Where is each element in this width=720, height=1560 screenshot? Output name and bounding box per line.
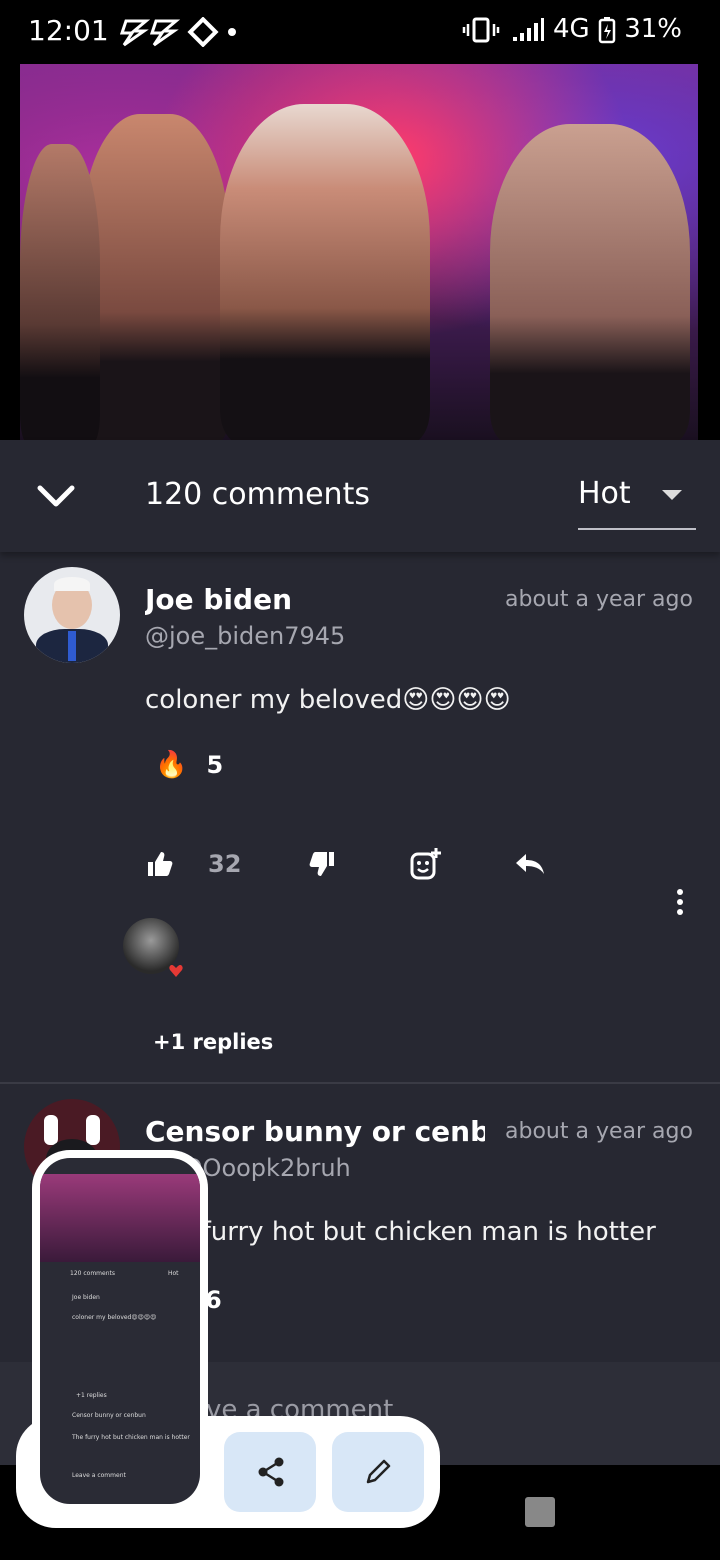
thumbs-down-icon[interactable] <box>308 850 336 878</box>
reaction-count: 5 <box>206 751 224 779</box>
status-bar: 12:01 4G 31% <box>0 0 720 64</box>
view-replies-link[interactable]: +1 replies <box>153 1030 273 1054</box>
preview-text: coloner my beloved😍😍😍😍 <box>72 1314 157 1321</box>
comments-count: 120 comments <box>145 477 370 512</box>
preview-author: Joe biden <box>72 1294 100 1301</box>
dropdown-arrow-icon <box>662 490 682 500</box>
signal-icon <box>512 17 544 41</box>
vibrate-icon <box>463 17 500 42</box>
recents-icon[interactable] <box>525 1497 555 1527</box>
notification-icons <box>119 14 240 48</box>
status-time: 12:01 <box>28 14 109 47</box>
comment-handle: @joe_biden7945 <box>145 622 346 650</box>
comment-text: The furry hot but chicken man is hotter <box>145 1217 656 1247</box>
video-figure <box>80 114 230 440</box>
video-player[interactable] <box>20 64 698 440</box>
share-button[interactable] <box>224 1432 316 1512</box>
battery-icon <box>598 16 616 43</box>
comment-time: about a year ago <box>505 587 693 612</box>
preview-video <box>40 1174 200 1262</box>
add-reaction-icon[interactable] <box>408 846 444 882</box>
sort-label: Hot <box>578 476 631 511</box>
comment-text: coloner my beloved😍😍😍😍 <box>145 685 511 715</box>
more-options-icon[interactable] <box>672 888 688 916</box>
screenshot-preview[interactable]: 120 comments Hot Joe biden coloner my be… <box>32 1150 208 1512</box>
preview-count: 120 comments <box>70 1270 115 1277</box>
preview-screen: 120 comments Hot Joe biden coloner my be… <box>40 1158 200 1504</box>
sort-select[interactable]: Hot <box>578 472 696 530</box>
video-figure <box>20 144 100 440</box>
divider <box>0 1082 720 1084</box>
battery-percent: 31% <box>624 14 682 44</box>
avatar[interactable] <box>24 567 120 663</box>
preview-replies: +1 replies <box>76 1392 107 1399</box>
comment-time: about a year ago <box>505 1119 693 1144</box>
edit-button[interactable] <box>332 1432 424 1512</box>
comment-author[interactable]: Joe biden <box>145 583 485 616</box>
chevron-down-icon[interactable] <box>34 474 78 518</box>
heart-icon <box>169 964 183 977</box>
reaction-chip[interactable]: 🔥 5 <box>155 750 223 780</box>
network-type: 4G <box>552 14 590 44</box>
thumbs-up-icon[interactable] <box>146 850 174 878</box>
pencil-icon <box>366 1459 391 1484</box>
video-figure <box>220 104 430 440</box>
preview-author: Censor bunny or cenbun <box>72 1412 146 1419</box>
fire-icon: 🔥 <box>155 750 188 780</box>
preview-text: The furry hot but chicken man is hotter <box>72 1434 190 1441</box>
like-count: 32 <box>208 850 242 878</box>
preview-input: Leave a comment <box>72 1472 126 1479</box>
reply-icon[interactable] <box>514 850 546 878</box>
video-figure <box>490 124 690 440</box>
share-icon <box>258 1457 284 1487</box>
status-right: 4G 31% <box>462 14 682 44</box>
comment-author[interactable]: Censor bunny or cenbun <box>145 1115 485 1148</box>
preview-sort: Hot <box>168 1270 179 1277</box>
bolt-icon <box>119 16 236 48</box>
